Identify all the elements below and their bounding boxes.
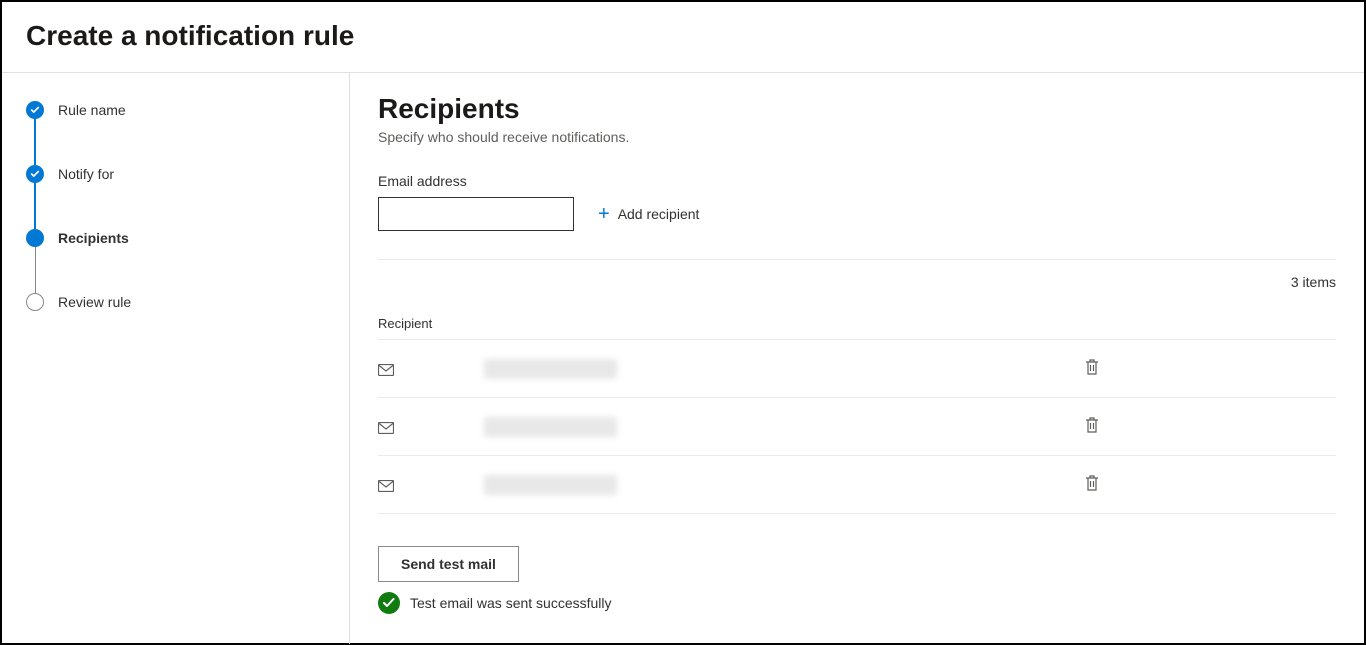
send-test-mail-button[interactable]: Send test mail (378, 546, 519, 582)
section-subtitle: Specify who should receive notifications… (378, 129, 1336, 145)
success-message-row: Test email was sent successfully (378, 592, 1336, 614)
trash-icon (1084, 416, 1100, 434)
step-review-rule[interactable]: Review rule (26, 293, 325, 311)
step-label: Rule name (58, 102, 126, 118)
plus-icon: + (598, 204, 610, 224)
main-panel: Recipients Specify who should receive no… (350, 73, 1364, 644)
trash-icon (1084, 358, 1100, 376)
page-header: Create a notification rule (2, 2, 1364, 73)
success-message-text: Test email was sent successfully (410, 595, 612, 611)
recipient-row: redacted-recipient-3 (378, 456, 1336, 514)
upcoming-step-icon (26, 293, 44, 311)
add-recipient-label: Add recipient (618, 206, 700, 222)
check-icon (26, 165, 44, 183)
recipient-email: redacted-recipient-1 (484, 361, 1080, 377)
trash-icon (1084, 474, 1100, 492)
table-header-recipient: Recipient (378, 308, 1336, 340)
check-icon (26, 101, 44, 119)
mail-icon (378, 363, 394, 375)
step-rule-name[interactable]: Rule name (26, 101, 325, 165)
step-label: Notify for (58, 166, 114, 182)
delete-recipient-button[interactable] (1080, 412, 1104, 441)
success-check-icon (378, 592, 400, 614)
wizard-sidebar: Rule name Notify for Recipients Review r… (2, 73, 350, 644)
mail-icon (378, 421, 394, 433)
email-input[interactable] (378, 197, 574, 231)
email-field-label: Email address (378, 173, 1336, 189)
section-heading: Recipients (378, 93, 1336, 125)
step-recipients[interactable]: Recipients (26, 229, 325, 293)
page-title: Create a notification rule (26, 20, 1340, 52)
current-step-icon (26, 229, 44, 247)
recipient-row: redacted-recipient-1 (378, 340, 1336, 398)
item-count: 3 items (378, 268, 1336, 308)
add-recipient-button[interactable]: + Add recipient (592, 200, 705, 228)
delete-recipient-button[interactable] (1080, 354, 1104, 383)
delete-recipient-button[interactable] (1080, 470, 1104, 499)
divider (378, 259, 1336, 260)
recipient-email: redacted-recipient-3 (484, 477, 1080, 493)
mail-icon (378, 479, 394, 491)
step-notify-for[interactable]: Notify for (26, 165, 325, 229)
step-label: Recipients (58, 230, 129, 246)
recipient-row: redacted-recipient-2 (378, 398, 1336, 456)
step-label: Review rule (58, 294, 131, 310)
recipient-email: redacted-recipient-2 (484, 419, 1080, 435)
